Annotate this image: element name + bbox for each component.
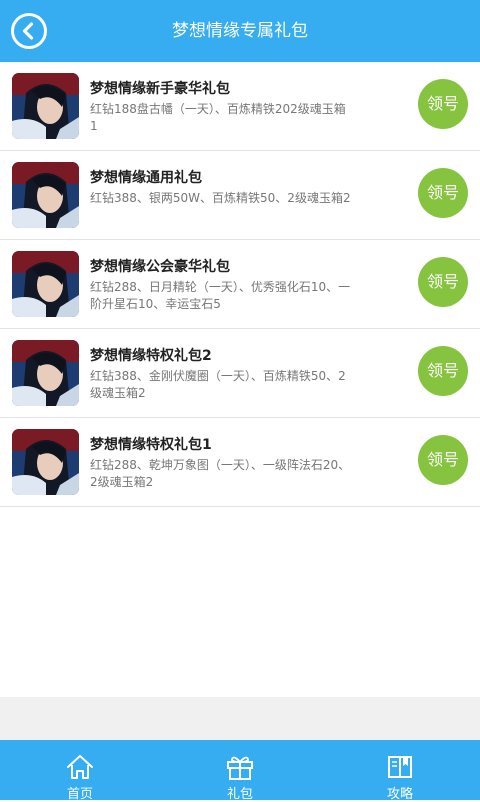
- home-icon: [67, 755, 93, 779]
- tab-home-label: 首页: [66, 787, 93, 802]
- gift-item[interactable]: 梦想情缘公会豪华礼包 红钻288、日月精轮（一天）、优秀强化石10、一阶升星石1…: [0, 240, 480, 329]
- game-thumbnail: [12, 162, 79, 228]
- tab-guides-label: 攻略: [386, 787, 413, 802]
- gift-description: 红钻288、乾坤万象图（一天）、一级阵法石20、2级魂玉箱2: [90, 458, 351, 489]
- gift-name: 梦想情缘特权礼包1: [90, 437, 212, 453]
- gift-description: 红钻288、日月精轮（一天）、优秀强化石10、一阶升星石10、幸运宝石5: [90, 280, 351, 311]
- game-thumbnail: [12, 340, 79, 406]
- empty-area: [0, 697, 480, 740]
- gift-item[interactable]: 梦想情缘特权礼包2 红钻388、金刚伏魔圈（一天）、百炼精铁50、2级魂玉箱2 …: [0, 329, 480, 418]
- gift-list: 梦想情缘新手豪华礼包 红钻188盘古幡（一天）、百炼精铁202级魂玉箱1 领号 …: [0, 62, 480, 507]
- bottom-tab-bar: 首页 礼包 攻略: [0, 740, 480, 802]
- claim-button[interactable]: 领号: [418, 257, 468, 307]
- gift-description: 红钻388、金刚伏魔圈（一天）、百炼精铁50、2级魂玉箱2: [90, 369, 346, 400]
- tab-gifts-label: 礼包: [226, 787, 253, 802]
- game-thumbnail: [12, 429, 79, 495]
- claim-button[interactable]: 领号: [418, 79, 468, 129]
- gift-item[interactable]: 梦想情缘特权礼包1 红钻288、乾坤万象图（一天）、一级阵法石20、2级魂玉箱2…: [0, 418, 480, 507]
- tab-guides[interactable]: 攻略: [320, 740, 480, 802]
- top-bar: 梦想情缘专属礼包: [0, 0, 480, 62]
- gift-name: 梦想情缘特权礼包2: [90, 348, 212, 364]
- tab-gifts[interactable]: 礼包: [160, 740, 320, 802]
- tab-home[interactable]: 首页: [0, 740, 160, 802]
- gift-name: 梦想情缘新手豪华礼包: [90, 81, 230, 97]
- gift-item[interactable]: 梦想情缘新手豪华礼包 红钻188盘古幡（一天）、百炼精铁202级魂玉箱1 领号: [0, 62, 480, 151]
- game-thumbnail: [12, 73, 79, 139]
- gift-name: 梦想情缘通用礼包: [90, 170, 202, 186]
- gift-description: 红钻188盘古幡（一天）、百炼精铁202级魂玉箱1: [90, 102, 346, 133]
- page-title: 梦想情缘专属礼包: [172, 21, 308, 41]
- claim-button[interactable]: 领号: [418, 346, 468, 396]
- gift-item[interactable]: 梦想情缘通用礼包 红钻388、银两50W、百炼精铁50、2级魂玉箱2 领号: [0, 151, 480, 240]
- gift-name: 梦想情缘公会豪华礼包: [90, 259, 230, 275]
- claim-button[interactable]: 领号: [418, 435, 468, 485]
- claim-button[interactable]: 领号: [418, 168, 468, 218]
- gift-description: 红钻388、银两50W、百炼精铁50、2级魂玉箱2: [90, 191, 351, 205]
- gift-icon: [227, 756, 253, 780]
- game-thumbnail: [12, 251, 79, 317]
- book-icon: [388, 756, 412, 778]
